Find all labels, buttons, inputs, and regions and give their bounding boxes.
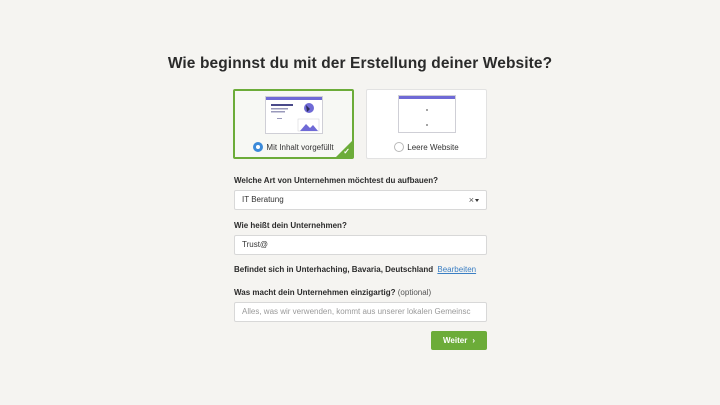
radio-unselected-icon[interactable]	[394, 142, 405, 152]
chevron-right-icon: ›	[472, 336, 475, 345]
next-button[interactable]: Weiter ›	[431, 331, 487, 350]
option-label-prefilled: Mit Inhalt vorgefüllt	[266, 143, 334, 152]
business-name-label: Wie heißt dein Unternehmen?	[234, 221, 347, 230]
page-title: Wie beginnst du mit der Erstellung deine…	[167, 55, 553, 72]
uniqueness-placeholder: Alles, was wir verwenden, kommt aus unse…	[242, 307, 471, 316]
optional-tag: (optional)	[397, 288, 432, 297]
clear-icon[interactable]: ×	[469, 191, 474, 209]
business-name-input[interactable]: Trust@	[234, 235, 487, 255]
location-text: Befindet sich in Unterhaching, Bavaria, …	[234, 265, 434, 274]
uniqueness-input[interactable]: Alles, was wir verwenden, kommt aus unse…	[234, 302, 487, 322]
option-card-empty[interactable]: Leere Website	[366, 89, 487, 159]
prefilled-template-thumbnail	[264, 96, 323, 134]
option-label-empty: Leere Website	[407, 143, 459, 152]
radio-selected-icon[interactable]	[253, 142, 264, 152]
edit-location-link[interactable]: Bearbeiten	[437, 265, 476, 274]
checkmark-icon: ✓	[343, 147, 350, 156]
business-type-label: Welche Art von Unternehmen möchtest du a…	[234, 176, 439, 185]
option-card-prefilled[interactable]: Mit Inhalt vorgefüllt ✓	[233, 89, 354, 159]
business-name-value: Trust@	[242, 240, 269, 249]
empty-template-thumbnail	[397, 95, 456, 133]
option-label-row: Leere Website	[367, 142, 486, 152]
location-line: Befindet sich in Unterhaching, Bavaria, …	[234, 265, 476, 274]
business-type-value: IT Beratung	[242, 195, 284, 204]
chevron-down-icon[interactable]	[475, 199, 479, 202]
next-button-label: Weiter	[443, 336, 468, 345]
uniqueness-label-text: Was macht dein Unternehmen einzigartig?	[234, 288, 396, 297]
uniqueness-label: Was macht dein Unternehmen einzigartig? …	[234, 288, 431, 297]
option-label-row: Mit Inhalt vorgefüllt	[235, 142, 352, 152]
business-type-select[interactable]: IT Beratung ×	[234, 190, 487, 210]
